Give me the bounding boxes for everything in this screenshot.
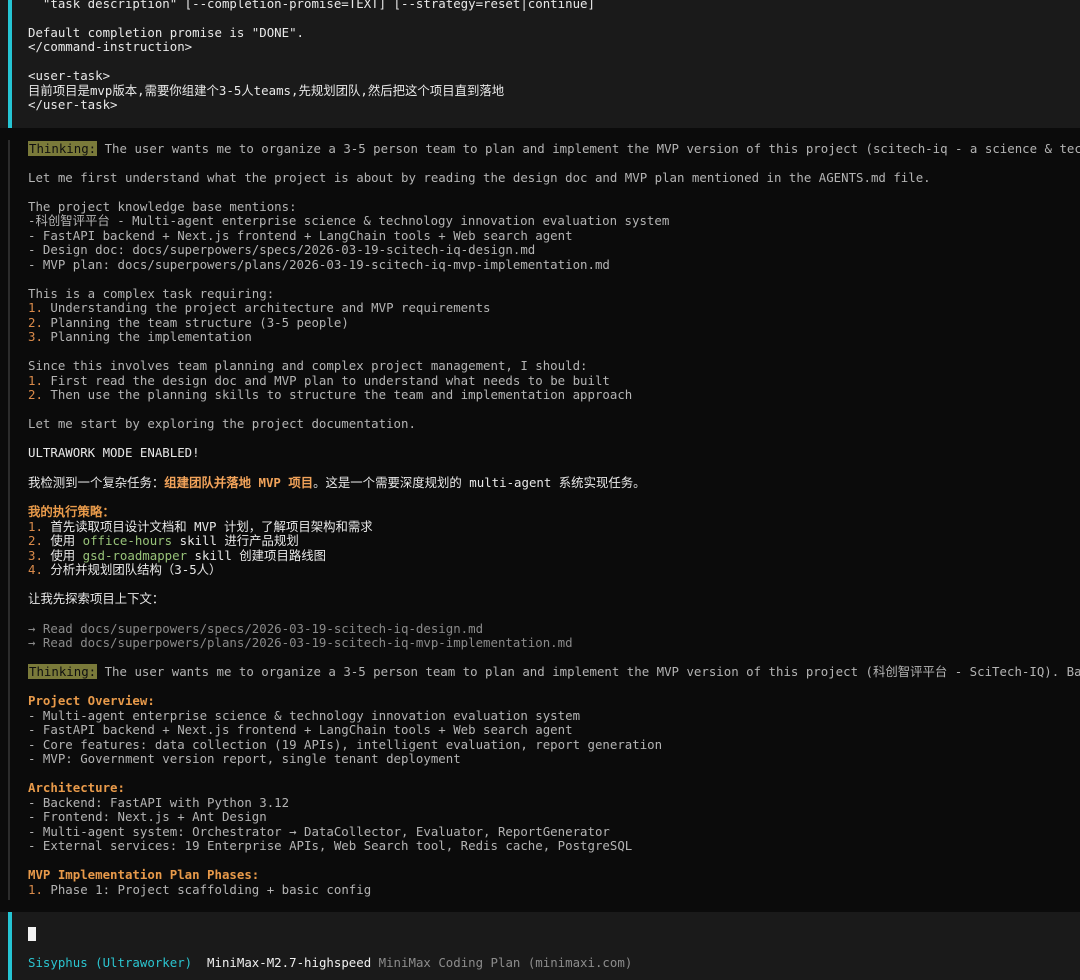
list-item: 1. Understanding the project architectur… [28,300,491,315]
assistant-gutter-bar [8,140,10,900]
list-item: 3. Planning the implementation [28,329,252,344]
thinking-line-1: Thinking: The user wants me to organize … [28,141,1080,157]
command-instruction-close: </command-instruction> [28,39,193,54]
user-message-block [0,0,1080,128]
phase-item: 1. Phase 1: Project scaffolding + basic … [28,882,372,897]
status-line: Sisyphus (Ultraworker) MiniMax-M2.7-high… [28,955,633,971]
section-heading: Project Overview: [28,693,155,708]
thinking-paragraph: Let me first understand what the project… [28,170,931,185]
thinking-tag: Thinking: [28,141,98,156]
ultrawork-banner: ULTRAWORK MODE ENABLED! [28,445,200,460]
section-heading: Architecture: [28,780,125,795]
thinking-paragraph: - Design doc: docs/superpowers/specs/202… [28,242,536,257]
overview-item: - FastAPI backend + Next.js frontend + L… [28,722,573,737]
thinking-line-2: Thinking: The user wants me to organize … [28,664,1080,679]
explore-line: 让我先探索项目上下文： [28,591,165,606]
agent-name[interactable]: Sisyphus (Ultraworker) [28,955,192,970]
architecture-item: - Frontend: Next.js + Ant Design [28,809,267,824]
architecture-item: - External services: 19 Enterprise APIs,… [28,838,633,853]
thinking-paragraph: Since this involves team planning and co… [28,358,588,373]
overview-item: - MVP: Government version report, single… [28,751,461,766]
skill-gsd-roadmapper: gsd-roadmapper [82,548,188,563]
thinking-paragraph: - MVP plan: docs/superpowers/plans/2026-… [28,257,610,272]
user-message-accent-bar [8,0,12,128]
read-tool-call[interactable]: → Read docs/superpowers/plans/2026-03-19… [28,635,573,651]
text-cursor[interactable] [28,927,36,941]
model-name[interactable]: MiniMax-M2.7-highspeed [207,955,371,970]
command-usage-line: "task description" [--completion-promise… [28,0,595,11]
section-heading: MVP Implementation Plan Phases: [28,867,260,882]
plan-name: MiniMax Coding Plan (minimaxi.com) [378,955,633,970]
list-item: 2. Then use the planning skills to struc… [28,387,633,402]
thinking-tag: Thinking: [28,664,98,679]
strategy-item: 2. 使用 office-hours skill 进行产品规划 [28,533,299,548]
thinking-text: The user wants me to organize a 3-5 pers… [97,141,1080,156]
thinking-paragraph: -科创智评平台 - Multi-agent enterprise science… [28,213,670,228]
user-task-open: <user-task> [28,68,111,83]
user-task-close: </user-task> [28,97,118,112]
strategy-item: 4. 分析并规划团队结构（3-5人） [28,562,222,577]
skill-office-hours: office-hours [82,533,173,548]
thinking-paragraph: Let me start by exploring the project do… [28,416,416,431]
prompt-accent-bar [8,912,12,980]
strategy-heading: 我的执行策略： [28,504,115,519]
task-detection-line: 我检测到一个复杂任务：组建团队并落地 MVP 项目。这是一个需要深度规划的 mu… [28,475,646,490]
